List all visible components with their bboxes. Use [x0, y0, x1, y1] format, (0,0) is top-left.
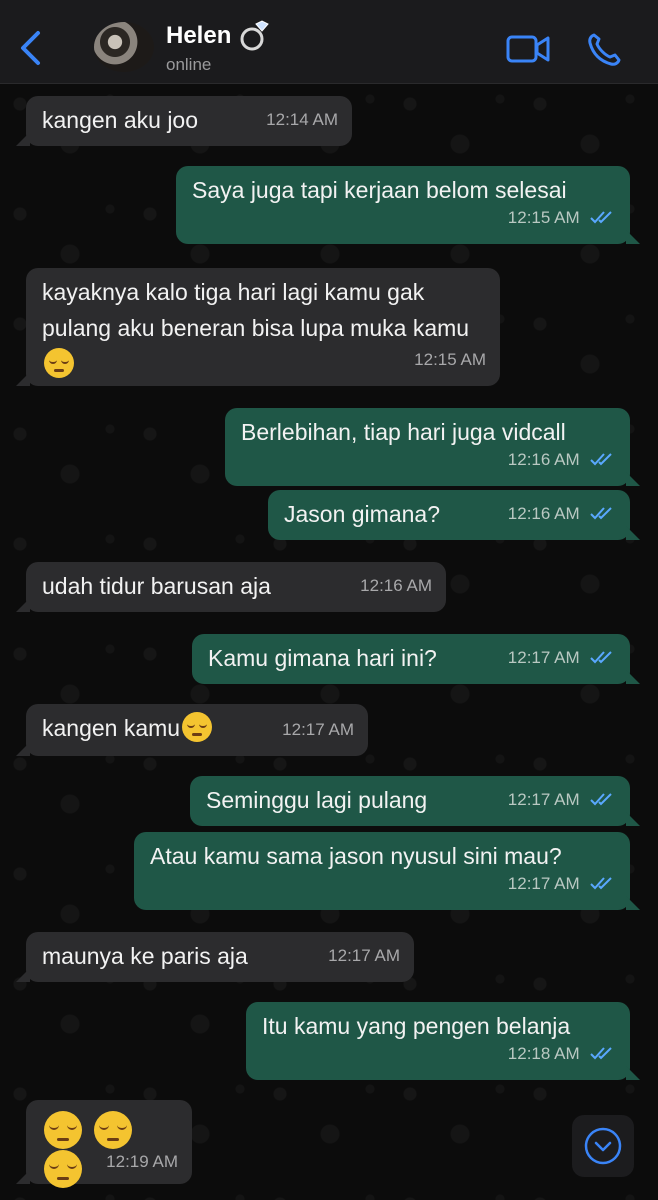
pensive-face-emoji: [44, 348, 74, 378]
scroll-to-bottom-button[interactable]: [572, 1115, 634, 1177]
double-check-read-icon: [590, 211, 612, 224]
message-time: 12:15 AM: [507, 208, 580, 227]
back-chevron-icon[interactable]: [16, 30, 46, 66]
message-incoming[interactable]: kayaknya kalo tiga hari lagi kamu gak pu…: [16, 268, 500, 386]
message-time: 12:16 AM: [507, 450, 580, 469]
chat-header: Helen online: [0, 0, 658, 84]
message-text: Seminggu lagi pulang: [206, 787, 428, 813]
message-text: kayaknya kalo tiga hari lagi kamu gak pu…: [42, 279, 470, 341]
message-time: 12:17 AM: [507, 790, 580, 809]
message-outgoing[interactable]: Berlebihan, tiap hari juga vidcall 12:16…: [225, 408, 640, 486]
chat-background: kangen aku joo 12:14 AM Saya juga tapi k…: [0, 84, 658, 1200]
message-time: 12:15 AM: [414, 350, 486, 369]
message-meta: 12:17 AM: [508, 637, 616, 676]
double-check-read-icon: [590, 1047, 612, 1060]
double-check-read-icon: [590, 651, 612, 664]
message-text: Kamu gimana hari ini?: [208, 645, 437, 671]
message-time: 12:17 AM: [507, 874, 580, 893]
message-incoming[interactable]: maunya ke paris aja 12:17 AM: [16, 932, 414, 982]
message-meta: 12:15 AM: [508, 197, 616, 236]
message-incoming[interactable]: 12:19 AM: [16, 1100, 192, 1188]
message-time: 12:17 AM: [507, 648, 580, 667]
message-outgoing[interactable]: Saya juga tapi kerjaan belom selesai 12:…: [176, 166, 640, 244]
message-meta: 12:17 AM: [508, 863, 616, 902]
contact-status: online: [166, 55, 212, 74]
message-meta: 12:16 AM: [508, 439, 616, 478]
message-meta: 12:16 AM: [508, 493, 616, 532]
message-outgoing[interactable]: Kamu gimana hari ini? 12:17 AM: [192, 634, 640, 684]
message-outgoing[interactable]: Atau kamu sama jason nyusul sini mau? 12…: [134, 832, 640, 910]
message-time: 12:18 AM: [507, 1044, 580, 1063]
message-incoming[interactable]: kangen kamu 12:17 AM: [16, 704, 368, 756]
message-incoming[interactable]: kangen aku joo 12:14 AM: [16, 96, 352, 146]
pensive-face-emoji: [44, 1110, 82, 1149]
phone-call-icon[interactable]: [586, 32, 622, 68]
message-time: 12:17 AM: [282, 720, 354, 739]
ring-icon: [240, 20, 269, 51]
contact-name[interactable]: Helen: [166, 22, 231, 50]
message-text: kangen aku joo: [42, 107, 199, 133]
double-check-read-icon: [590, 507, 612, 520]
double-check-read-icon: [590, 877, 612, 890]
pensive-face-emoji: [44, 1149, 82, 1188]
double-check-read-icon: [590, 793, 612, 806]
message-time: 12:14 AM: [266, 110, 338, 129]
message-time: 12:16 AM: [360, 576, 432, 595]
message-text: maunya ke paris aja: [42, 943, 248, 969]
contact-avatar[interactable]: [94, 22, 154, 72]
message-time: 12:17 AM: [328, 946, 400, 965]
video-call-icon[interactable]: [506, 34, 550, 64]
message-outgoing[interactable]: Seminggu lagi pulang 12:17 AM: [190, 776, 640, 826]
message-outgoing[interactable]: Jason gimana? 12:16 AM: [268, 490, 640, 540]
message-meta: 12:18 AM: [508, 1033, 616, 1072]
pensive-face-emoji: [182, 712, 213, 742]
double-check-read-icon: [590, 453, 612, 466]
message-incoming[interactable]: udah tidur barusan aja 12:16 AM: [16, 562, 446, 612]
message-text: Jason gimana?: [284, 501, 440, 527]
message-outgoing[interactable]: Itu kamu yang pengen belanja 12:18 AM: [246, 1002, 640, 1080]
message-meta: 12:17 AM: [508, 779, 616, 818]
message-text: udah tidur barusan aja: [42, 573, 271, 599]
message-text: kangen kamu: [42, 715, 181, 741]
chevron-down-circle-icon: [584, 1127, 622, 1165]
message-time: 12:19 AM: [106, 1152, 178, 1171]
message-time: 12:16 AM: [507, 504, 580, 523]
